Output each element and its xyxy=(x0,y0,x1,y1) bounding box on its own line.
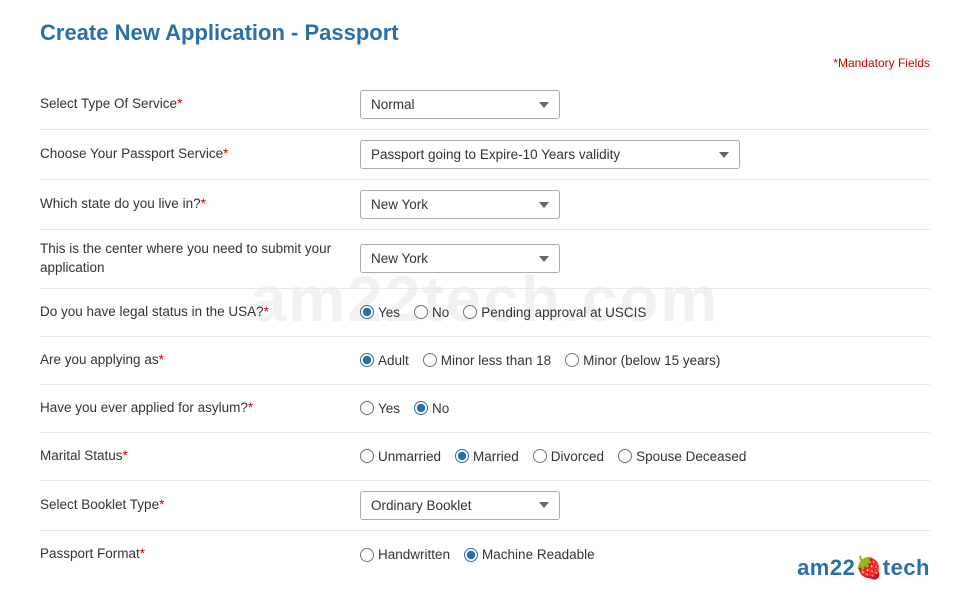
legal-status-no[interactable]: No xyxy=(414,305,449,320)
booklet-type-select[interactable]: Ordinary Booklet 36 Page Booklet 60 Page… xyxy=(360,491,560,520)
passport-service-select[interactable]: Passport going to Expire-10 Years validi… xyxy=(360,140,740,169)
applying-as-minor15-radio[interactable] xyxy=(565,353,579,367)
service-type-row: Select Type Of Service* Normal Tatkal xyxy=(40,80,930,130)
marital-status-label: Marital Status* xyxy=(40,447,360,466)
center-row: This is the center where you need to sub… xyxy=(40,230,930,289)
applying-as-adult[interactable]: Adult xyxy=(360,353,409,368)
legal-status-yes-radio[interactable] xyxy=(360,305,374,319)
format-handwritten-radio[interactable] xyxy=(360,548,374,562)
applying-as-minor18-radio[interactable] xyxy=(423,353,437,367)
applying-as-radio-group: Adult Minor less than 18 Minor (below 15… xyxy=(360,353,720,368)
logo-text-after: tech xyxy=(883,555,930,581)
service-type-label: Select Type Of Service* xyxy=(40,95,360,114)
marital-married[interactable]: Married xyxy=(455,449,519,464)
booklet-type-control: Ordinary Booklet 36 Page Booklet 60 Page… xyxy=(360,491,930,520)
marital-divorced-radio[interactable] xyxy=(533,449,547,463)
logo-text-before: am22 xyxy=(797,555,855,581)
marital-unmarried-radio[interactable] xyxy=(360,449,374,463)
legal-status-pending[interactable]: Pending approval at USCIS xyxy=(463,305,646,320)
passport-service-row: Choose Your Passport Service* Passport g… xyxy=(40,130,930,180)
asylum-control: Yes No xyxy=(360,401,930,416)
asylum-yes-radio[interactable] xyxy=(360,401,374,415)
state-row: Which state do you live in?* New York Ca… xyxy=(40,180,930,230)
asylum-no[interactable]: No xyxy=(414,401,449,416)
legal-status-no-radio[interactable] xyxy=(414,305,428,319)
logo-icon: 🍓 xyxy=(855,555,882,581)
center-select[interactable]: New York California Texas Florida xyxy=(360,244,560,273)
marital-unmarried[interactable]: Unmarried xyxy=(360,449,441,464)
center-control: New York California Texas Florida xyxy=(360,244,930,273)
page-title: Create New Application - Passport xyxy=(40,20,930,46)
marital-status-row: Marital Status* Unmarried Married Divorc… xyxy=(40,433,930,481)
applying-as-row: Are you applying as* Adult Minor less th… xyxy=(40,337,930,385)
format-machine-readable[interactable]: Machine Readable xyxy=(464,547,595,562)
legal-status-row: Do you have legal status in the USA?* Ye… xyxy=(40,289,930,337)
marital-spouse-deceased[interactable]: Spouse Deceased xyxy=(618,449,746,464)
state-control: New York California Texas Florida xyxy=(360,190,930,219)
legal-status-radio-group: Yes No Pending approval at USCIS xyxy=(360,305,646,320)
applying-as-label: Are you applying as* xyxy=(40,351,360,370)
passport-service-control: Passport going to Expire-10 Years validi… xyxy=(360,140,930,169)
marital-spouse-deceased-radio[interactable] xyxy=(618,449,632,463)
booklet-type-row: Select Booklet Type* Ordinary Booklet 36… xyxy=(40,481,930,531)
legal-status-control: Yes No Pending approval at USCIS xyxy=(360,305,930,320)
service-type-control: Normal Tatkal xyxy=(360,90,930,119)
marital-divorced[interactable]: Divorced xyxy=(533,449,604,464)
mandatory-note: *Mandatory Fields xyxy=(40,56,930,70)
booklet-type-label: Select Booklet Type* xyxy=(40,496,360,515)
marital-status-control: Unmarried Married Divorced Spouse Deceas… xyxy=(360,449,930,464)
service-type-select[interactable]: Normal Tatkal xyxy=(360,90,560,119)
applying-as-adult-radio[interactable] xyxy=(360,353,374,367)
applying-as-minor15[interactable]: Minor (below 15 years) xyxy=(565,353,720,368)
asylum-yes[interactable]: Yes xyxy=(360,401,400,416)
marital-status-radio-group: Unmarried Married Divorced Spouse Deceas… xyxy=(360,449,746,464)
legal-status-yes[interactable]: Yes xyxy=(360,305,400,320)
state-select[interactable]: New York California Texas Florida xyxy=(360,190,560,219)
asylum-row: Have you ever applied for asylum?* Yes N… xyxy=(40,385,930,433)
passport-format-label: Passport Format* xyxy=(40,545,360,564)
legal-status-label: Do you have legal status in the USA?* xyxy=(40,303,360,322)
applying-as-control: Adult Minor less than 18 Minor (below 15… xyxy=(360,353,930,368)
logo: am22 🍓 tech xyxy=(797,555,930,581)
state-label: Which state do you live in?* xyxy=(40,195,360,214)
asylum-no-radio[interactable] xyxy=(414,401,428,415)
applying-as-minor18[interactable]: Minor less than 18 xyxy=(423,353,551,368)
marital-married-radio[interactable] xyxy=(455,449,469,463)
passport-service-label: Choose Your Passport Service* xyxy=(40,145,360,164)
format-machine-readable-radio[interactable] xyxy=(464,548,478,562)
format-handwritten[interactable]: Handwritten xyxy=(360,547,450,562)
asylum-radio-group: Yes No xyxy=(360,401,449,416)
legal-status-pending-radio[interactable] xyxy=(463,305,477,319)
center-label: This is the center where you need to sub… xyxy=(40,240,360,278)
asylum-label: Have you ever applied for asylum?* xyxy=(40,399,360,418)
passport-format-radio-group: Handwritten Machine Readable xyxy=(360,547,595,562)
